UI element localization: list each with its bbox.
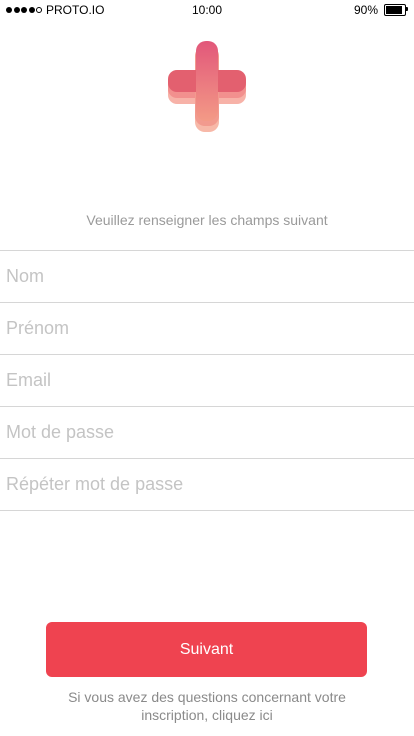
confirm-password-input[interactable] [0,459,414,510]
next-button[interactable]: Suivant [46,622,367,677]
last-name-input[interactable] [0,251,414,302]
registration-form [0,250,414,511]
form-instruction: Veuillez renseigner les champs suivant [86,212,328,228]
status-bar: PROTO.IO 10:00 90% [0,0,414,20]
field-row [0,355,414,407]
battery-percentage: 90% [353,3,378,17]
status-time: 10:00 [191,3,223,17]
field-row [0,303,414,355]
field-row [0,407,414,459]
password-input[interactable] [0,407,414,458]
first-name-input[interactable] [0,303,414,354]
logo-front-vertical-bar [196,41,218,121]
help-link[interactable]: Si vous avez des questions concernant vo… [60,688,354,724]
email-input[interactable] [0,355,414,406]
battery-icon [384,4,408,16]
plus-cross-logo-icon [168,41,246,132]
field-row [0,459,414,511]
field-row [0,251,414,303]
battery-level-fill [386,6,403,14]
status-bar-right: 90% [353,3,408,17]
